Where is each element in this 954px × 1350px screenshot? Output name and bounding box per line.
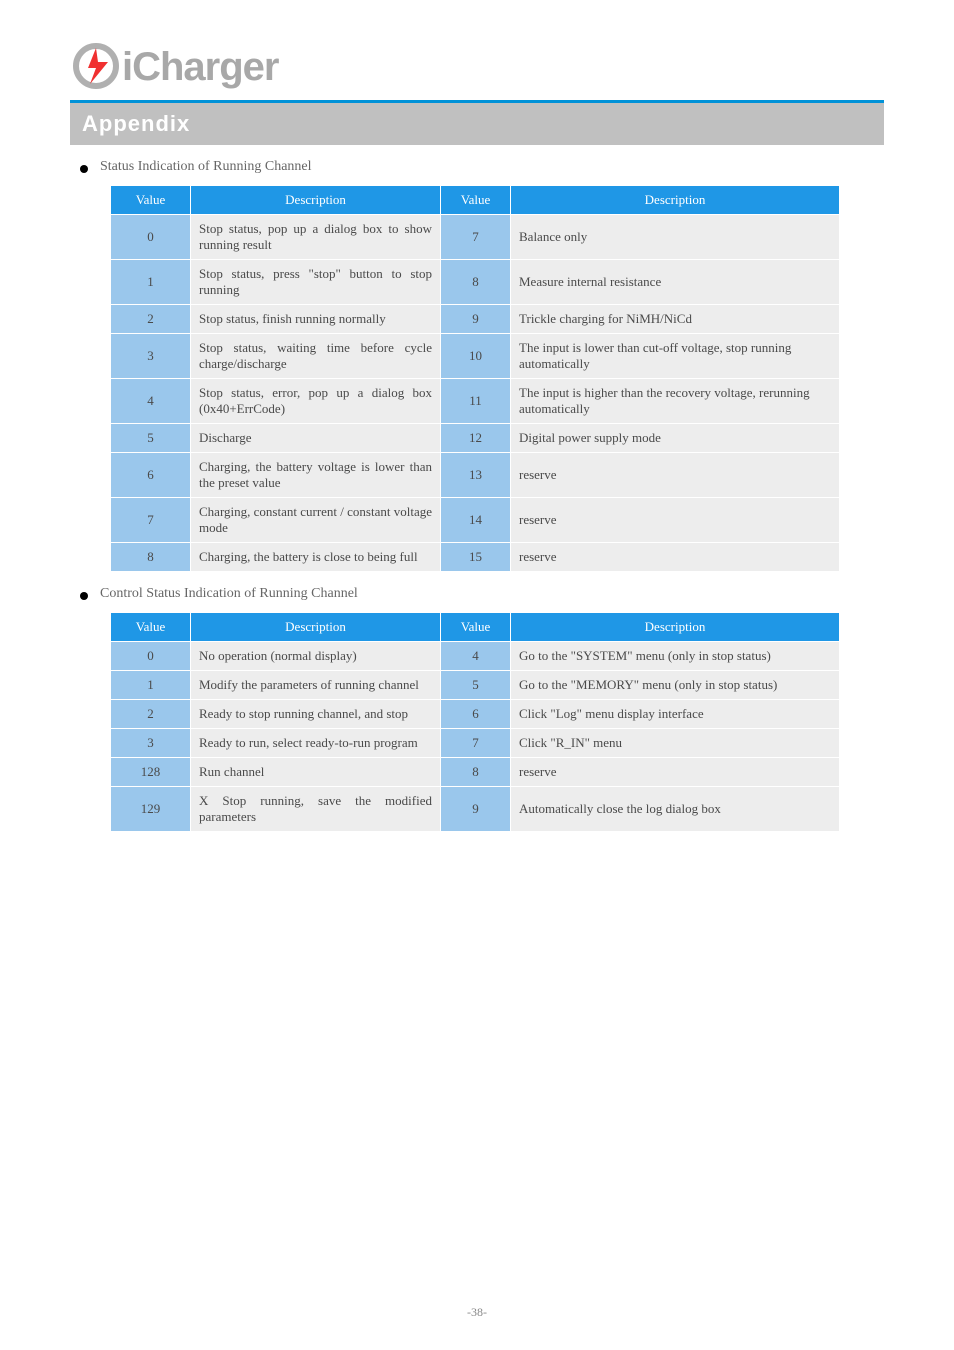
bullet-icon <box>80 592 88 600</box>
cell: Click "R_IN" menu <box>511 729 840 758</box>
cell: 3 <box>111 729 191 758</box>
section-title-2: Control Status Indication of Running Cha… <box>100 586 358 602</box>
table-row: 128 Run channel 8 reserve <box>111 758 840 787</box>
col-desc-2: Description <box>511 186 840 215</box>
cell: Stop status, press "stop" button to stop… <box>191 260 441 305</box>
cell: 0 <box>111 215 191 260</box>
cell: 1 <box>111 671 191 700</box>
cell: reserve <box>511 453 840 498</box>
cell: Ready to stop running channel, and stop <box>191 700 441 729</box>
cell: Discharge <box>191 424 441 453</box>
col-desc-2: Description <box>511 613 840 642</box>
cell: Stop status, error, pop up a dialog box … <box>191 379 441 424</box>
table-row: 0 Stop status, pop up a dialog box to sh… <box>111 215 840 260</box>
section-title-1: Status Indication of Running Channel <box>100 159 312 175</box>
col-desc-1: Description <box>191 613 441 642</box>
status-indication-table: Value Description Value Description 0 St… <box>110 185 840 572</box>
cell: 2 <box>111 305 191 334</box>
cell: 9 <box>441 787 511 832</box>
cell: The input is lower than cut-off voltage,… <box>511 334 840 379</box>
table-row: 6 Charging, the battery voltage is lower… <box>111 453 840 498</box>
cell: 8 <box>441 260 511 305</box>
cell: Modify the parameters of running channel <box>191 671 441 700</box>
cell: Charging, the battery is close to being … <box>191 543 441 572</box>
cell: 1 <box>111 260 191 305</box>
logo: iCharger <box>70 40 884 92</box>
table-row: 5 Discharge 12 Digital power supply mode <box>111 424 840 453</box>
cell: 5 <box>441 671 511 700</box>
cell: Charging, constant current / constant vo… <box>191 498 441 543</box>
col-value-2: Value <box>441 186 511 215</box>
control-status-table: Value Description Value Description 0 No… <box>110 612 840 832</box>
cell: Automatically close the log dialog box <box>511 787 840 832</box>
cell: Stop status, waiting time before cycle c… <box>191 334 441 379</box>
cell: reserve <box>511 758 840 787</box>
cell: Run channel <box>191 758 441 787</box>
cell: reserve <box>511 498 840 543</box>
cell: 8 <box>111 543 191 572</box>
cell: 128 <box>111 758 191 787</box>
table-row: 7 Charging, constant current / constant … <box>111 498 840 543</box>
cell: 7 <box>441 215 511 260</box>
cell: 12 <box>441 424 511 453</box>
table-row: 8 Charging, the battery is close to bein… <box>111 543 840 572</box>
cell: X Stop running, save the modified parame… <box>191 787 441 832</box>
table-row: 4 Stop status, error, pop up a dialog bo… <box>111 379 840 424</box>
table-row: 2 Stop status, finish running normally 9… <box>111 305 840 334</box>
cell: Click "Log" menu display interface <box>511 700 840 729</box>
table-row: 1 Modify the parameters of running chann… <box>111 671 840 700</box>
bullet-icon <box>80 165 88 173</box>
cell: The input is higher than the recovery vo… <box>511 379 840 424</box>
table-row: 0 No operation (normal display) 4 Go to … <box>111 642 840 671</box>
cell: 3 <box>111 334 191 379</box>
cell: 14 <box>441 498 511 543</box>
col-value-1: Value <box>111 613 191 642</box>
table-row: 3 Stop status, waiting time before cycle… <box>111 334 840 379</box>
cell: Balance only <box>511 215 840 260</box>
cell: 129 <box>111 787 191 832</box>
cell: 4 <box>441 642 511 671</box>
page-footer: -38- <box>0 1305 954 1320</box>
cell: 15 <box>441 543 511 572</box>
cell: Trickle charging for NiMH/NiCd <box>511 305 840 334</box>
section-control-status: Control Status Indication of Running Cha… <box>70 586 884 602</box>
cell: Go to the "SYSTEM" menu (only in stop st… <box>511 642 840 671</box>
cell: 6 <box>111 453 191 498</box>
table-row: 1 Stop status, press "stop" button to st… <box>111 260 840 305</box>
col-value-1: Value <box>111 186 191 215</box>
cell: No operation (normal display) <box>191 642 441 671</box>
cell: Go to the "MEMORY" menu (only in stop st… <box>511 671 840 700</box>
cell: 2 <box>111 700 191 729</box>
cell: reserve <box>511 543 840 572</box>
cell: Measure internal resistance <box>511 260 840 305</box>
cell: 4 <box>111 379 191 424</box>
cell: 5 <box>111 424 191 453</box>
cell: 0 <box>111 642 191 671</box>
section-status-indication: Status Indication of Running Channel <box>70 159 884 175</box>
col-desc-1: Description <box>191 186 441 215</box>
cell: 7 <box>111 498 191 543</box>
cell: 10 <box>441 334 511 379</box>
table-row: 3 Ready to run, select ready-to-run prog… <box>111 729 840 758</box>
cell: 9 <box>441 305 511 334</box>
cell: 11 <box>441 379 511 424</box>
col-value-2: Value <box>441 613 511 642</box>
cell: 8 <box>441 758 511 787</box>
cell: Stop status, pop up a dialog box to show… <box>191 215 441 260</box>
cell: Ready to run, select ready-to-run progra… <box>191 729 441 758</box>
cell: Digital power supply mode <box>511 424 840 453</box>
table-row: 129 X Stop running, save the modified pa… <box>111 787 840 832</box>
cell: 7 <box>441 729 511 758</box>
table-row: 2 Ready to stop running channel, and sto… <box>111 700 840 729</box>
cell: Charging, the battery voltage is lower t… <box>191 453 441 498</box>
svg-text:iCharger: iCharger <box>122 45 279 89</box>
cell: 13 <box>441 453 511 498</box>
cell: Stop status, finish running normally <box>191 305 441 334</box>
cell: 6 <box>441 700 511 729</box>
page-header-title: Appendix <box>70 103 884 145</box>
